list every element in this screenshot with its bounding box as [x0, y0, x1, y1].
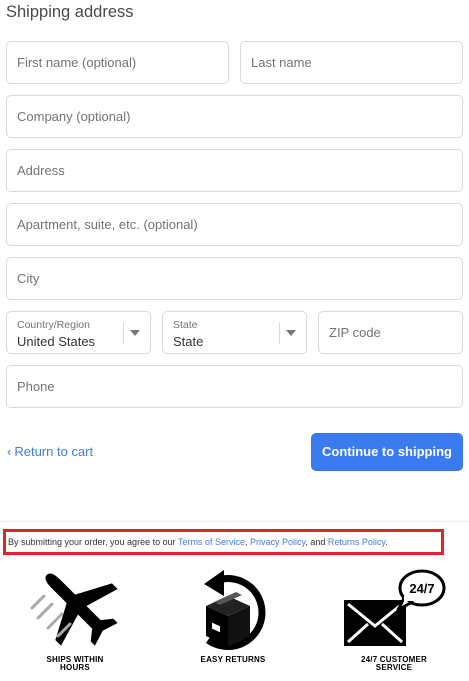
chevron-left-icon: ‹ [7, 444, 12, 459]
privacy-policy-link[interactable]: Privacy Policy [250, 537, 305, 547]
last-name-placeholder: Last name [251, 55, 312, 70]
apartment-placeholder: Apartment, suite, etc. (optional) [17, 217, 198, 232]
last-name-field[interactable]: Last name [240, 41, 463, 84]
chevron-down-icon [130, 330, 140, 336]
country-value: United States [17, 334, 96, 349]
return-box-icon [204, 570, 266, 650]
notice-sep-2: , and [305, 537, 328, 547]
terms-notice: By submitting your order, you agree to o… [3, 529, 444, 555]
city-field[interactable]: City [6, 257, 463, 300]
state-label: State [173, 319, 198, 331]
zip-placeholder: ZIP code [329, 325, 381, 340]
envelope-24-7-icon: 24/7 [344, 569, 446, 646]
badge-24-7-text: 24/7 [409, 581, 434, 596]
zip-field[interactable]: ZIP code [318, 311, 463, 354]
country-divider [123, 322, 124, 344]
company-placeholder: Company (optional) [17, 109, 131, 124]
company-field[interactable]: Company (optional) [6, 95, 463, 138]
country-select[interactable]: Country/Region United States [6, 311, 151, 354]
first-name-placeholder: First name (optional) [17, 55, 137, 70]
apartment-field[interactable]: Apartment, suite, etc. (optional) [6, 203, 463, 246]
returns-policy-link[interactable]: Returns Policy [328, 537, 385, 547]
easy-returns-label: EASY RETURNS [200, 655, 266, 664]
country-label: Country/Region [17, 319, 90, 331]
state-divider [279, 322, 280, 344]
feature-ships-within-hours: SHIPS WITHIN HOURS [20, 566, 130, 676]
feature-easy-returns: EASY RETURNS [178, 566, 288, 676]
address-field[interactable]: Address [6, 149, 463, 192]
state-select[interactable]: State State [162, 311, 307, 354]
state-value: State [173, 334, 204, 349]
first-name-field[interactable]: First name (optional) [6, 41, 229, 84]
page-title: Shipping address [6, 3, 134, 21]
continue-to-shipping-button[interactable]: Continue to shipping [311, 433, 463, 471]
notice-suffix: . [385, 537, 388, 547]
terms-of-service-link[interactable]: Terms of Service [178, 537, 245, 547]
phone-field[interactable]: Phone [6, 365, 463, 408]
feature-customer-service: 24/7 24/7 CUSTOMER SERVICE [338, 566, 450, 676]
return-to-cart-link[interactable]: ‹ Return to cart [7, 444, 93, 459]
customer-service-label-2: SERVICE [375, 663, 413, 672]
airplane-icon [30, 573, 118, 646]
chevron-down-icon [286, 330, 296, 336]
ships-within-label-2: HOURS [60, 663, 90, 672]
address-placeholder: Address [17, 163, 65, 178]
phone-placeholder: Phone [17, 379, 55, 394]
return-to-cart-label: Return to cart [14, 444, 94, 459]
notice-prefix: By submitting your order, you agree to o… [8, 537, 178, 547]
divider [0, 521, 469, 522]
city-placeholder: City [17, 271, 40, 286]
